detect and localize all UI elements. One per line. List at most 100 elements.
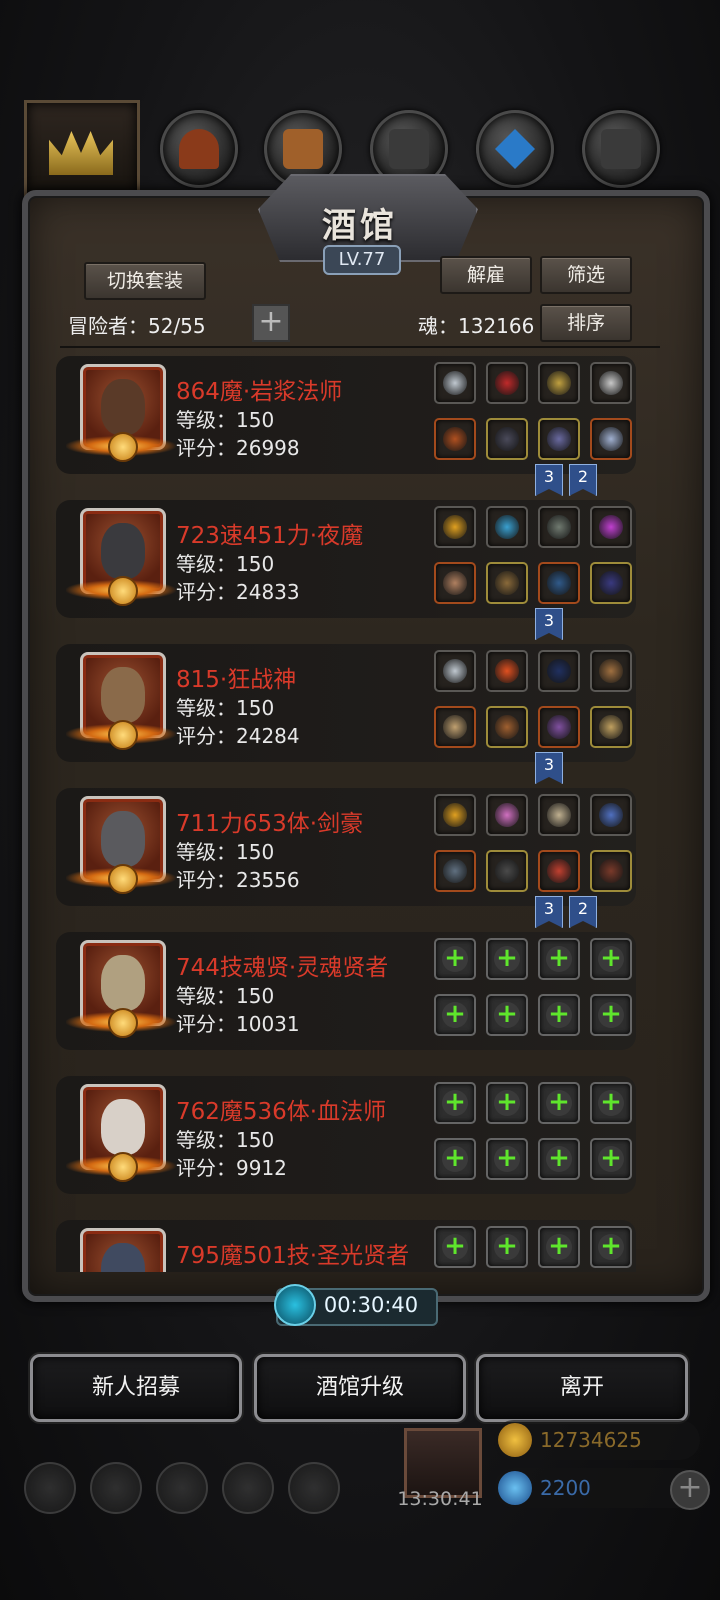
equipment-icon: [599, 659, 623, 683]
empty-equipment-slot[interactable]: +: [434, 1226, 476, 1268]
equipment-slot[interactable]: [434, 562, 476, 604]
equipment-slot[interactable]: [590, 706, 632, 748]
hero-card[interactable]: 744技魂贤·灵魂贤者 等级：150 评分：10031 + + + + + + + +: [56, 932, 656, 1052]
empty-equipment-slot[interactable]: +: [538, 1226, 580, 1268]
equipment-slot[interactable]: [538, 362, 580, 404]
add-currency-button[interactable]: +: [670, 1470, 710, 1510]
gauntlet-icon: [389, 129, 429, 169]
add-icon: +: [442, 1089, 468, 1116]
equipment-slot[interactable]: [434, 794, 476, 836]
hero-card[interactable]: 864魔·岩浆法师 等级：150 评分：26998 3 2: [56, 356, 656, 496]
category-helmet[interactable]: [160, 110, 238, 188]
hero-card[interactable]: 711力653体·剑豪 等级：150 评分：23556 3 2: [56, 788, 656, 928]
equipment-slot[interactable]: [538, 562, 580, 604]
equipment-icon: [443, 371, 467, 395]
equipment-slot[interactable]: [486, 650, 528, 692]
equipment-slot[interactable]: [486, 850, 528, 892]
empty-equipment-slot[interactable]: +: [486, 1226, 528, 1268]
filter-button[interactable]: 筛选: [540, 256, 632, 294]
empty-equipment-slot[interactable]: +: [486, 1082, 528, 1124]
star-icon[interactable]: [90, 1462, 142, 1514]
divider: [60, 346, 660, 348]
sort-button[interactable]: 排序: [540, 304, 632, 342]
empty-equipment-slot[interactable]: +: [538, 994, 580, 1036]
equipment-slot[interactable]: [590, 850, 632, 892]
equipment-icon: [547, 715, 571, 739]
equipment-slot[interactable]: [486, 794, 528, 836]
empty-equipment-slot[interactable]: +: [434, 1082, 476, 1124]
category-boots[interactable]: [582, 110, 660, 188]
equipment-slot[interactable]: [434, 506, 476, 548]
equipment-slot[interactable]: [434, 418, 476, 460]
category-crown[interactable]: [24, 100, 140, 198]
equipment-slot[interactable]: [590, 650, 632, 692]
equipment-slot[interactable]: [434, 362, 476, 404]
equipment-slot[interactable]: [486, 362, 528, 404]
expand-slots-button[interactable]: +: [252, 304, 290, 342]
mail-icon[interactable]: [222, 1462, 274, 1514]
equipment-slot[interactable]: [538, 706, 580, 748]
switch-outfit-button[interactable]: 切换套装: [84, 262, 206, 300]
leave-button[interactable]: 离开: [476, 1354, 688, 1422]
empty-equipment-slot[interactable]: +: [590, 1226, 632, 1268]
equipment-slot[interactable]: [538, 418, 580, 460]
empty-equipment-slot[interactable]: +: [486, 938, 528, 980]
equipment-slot[interactable]: [434, 650, 476, 692]
add-icon: +: [546, 945, 572, 972]
equipment-slot[interactable]: [486, 562, 528, 604]
equipment-slot[interactable]: [486, 706, 528, 748]
equipment-slot[interactable]: [434, 706, 476, 748]
socket-ribbon: 3: [535, 464, 563, 496]
hero-card[interactable]: 723速451力·夜魔 等级：150 评分：24833 3: [56, 500, 656, 640]
equipment-slot[interactable]: [538, 506, 580, 548]
hero-level: 等级：150: [176, 840, 275, 864]
empty-equipment-slot[interactable]: +: [590, 1082, 632, 1124]
empty-equipment-slot[interactable]: +: [538, 1082, 580, 1124]
empty-equipment-slot[interactable]: +: [486, 994, 528, 1036]
empty-equipment-slot[interactable]: +: [590, 1138, 632, 1180]
dismiss-button[interactable]: 解雇: [440, 256, 532, 294]
category-crystal[interactable]: [476, 110, 554, 188]
crystal-icon: [495, 129, 535, 169]
hero-list[interactable]: 864魔·岩浆法师 等级：150 评分：26998 3 2 723速451力·夜魔 等级：1…: [56, 356, 656, 1272]
equipment-slot[interactable]: [486, 418, 528, 460]
equipment-slot[interactable]: [590, 562, 632, 604]
equipment-icon: [547, 859, 571, 883]
add-icon: +: [598, 945, 624, 972]
equipment-icon: [495, 803, 519, 827]
equipment-slot[interactable]: [486, 506, 528, 548]
empty-equipment-slot[interactable]: +: [434, 1138, 476, 1180]
hero-name: 711力653体·剑豪: [176, 811, 364, 837]
equipment-slot[interactable]: [590, 362, 632, 404]
hero-card[interactable]: 815·狂战神 等级：150 评分：24284 3: [56, 644, 656, 784]
equipment-slot[interactable]: [590, 794, 632, 836]
tavern-upgrade-button[interactable]: 酒馆升级: [254, 1354, 466, 1422]
hero-name: 744技魂贤·灵魂贤者: [176, 955, 389, 981]
empty-equipment-slot[interactable]: +: [538, 938, 580, 980]
equipment-icon: [495, 371, 519, 395]
equipment-slot[interactable]: [590, 506, 632, 548]
equipment-grid: [434, 362, 644, 462]
empty-equipment-slot[interactable]: +: [538, 1138, 580, 1180]
equipment-grid: [434, 794, 644, 894]
empty-equipment-slot[interactable]: +: [590, 938, 632, 980]
hero-score: 评分：23556: [176, 868, 300, 892]
equipment-slot[interactable]: [538, 850, 580, 892]
equipment-slot[interactable]: [538, 650, 580, 692]
settings-icon[interactable]: [24, 1462, 76, 1514]
hero-card[interactable]: 762魔536体·血法师 等级：150 评分：9912 + + + + + + + +: [56, 1076, 656, 1196]
empty-equipment-slot[interactable]: +: [434, 938, 476, 980]
recruit-button[interactable]: 新人招募: [30, 1354, 242, 1422]
equipment-slot[interactable]: [434, 850, 476, 892]
empty-equipment-slot[interactable]: +: [434, 994, 476, 1036]
equipment-slot[interactable]: [538, 794, 580, 836]
chat-icon[interactable]: [288, 1462, 340, 1514]
hero-card[interactable]: 795魔501技·圣光贤者++++++++: [56, 1220, 656, 1272]
shield-icon[interactable]: [156, 1462, 208, 1514]
hero-portrait[interactable]: [80, 1228, 166, 1272]
empty-equipment-slot[interactable]: +: [486, 1138, 528, 1180]
equipment-icon: [599, 571, 623, 595]
empty-equipment-slot[interactable]: +: [590, 994, 632, 1036]
equipment-slot[interactable]: [590, 418, 632, 460]
medal-icon: [108, 720, 138, 750]
